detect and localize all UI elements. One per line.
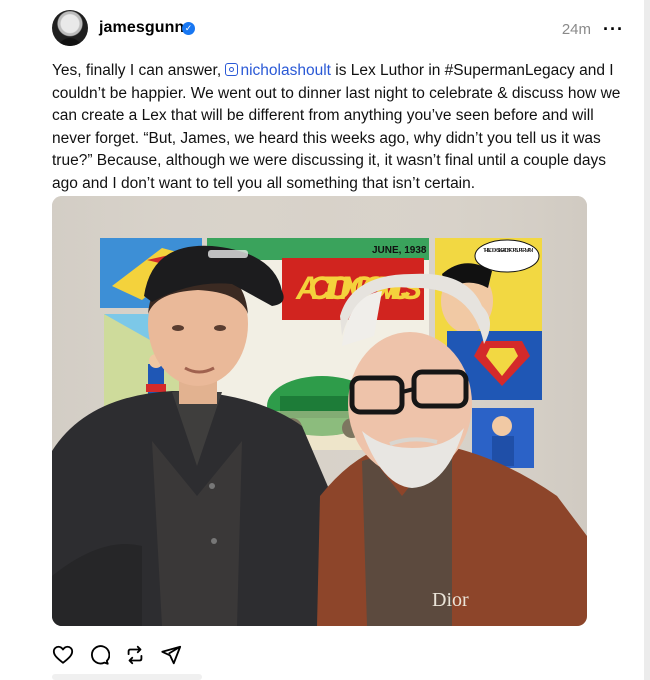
footer-stats-placeholder	[52, 674, 202, 680]
scrollbar-track[interactable]	[644, 0, 650, 680]
heart-icon[interactable]	[52, 644, 74, 666]
post-header: jamesgunn ✓ 24m ···	[52, 10, 624, 48]
verified-badge-icon: ✓	[182, 22, 195, 35]
username[interactable]: jamesgunn	[99, 19, 184, 37]
more-horizontal-icon[interactable]: ···	[603, 19, 624, 40]
comic-date: JUNE, 1938	[372, 245, 427, 256]
post-caption: Yes, finally I can answer, nicholashoult…	[52, 60, 630, 196]
post-photo[interactable]: JUNE, 1938 ACTION COMICS THIS LOOKS LIKE…	[52, 196, 587, 626]
instagram-icon	[225, 63, 239, 76]
caption-text-end: is Lex Luthor in #SupermanLegacy and I c…	[52, 62, 621, 192]
mention-link[interactable]: nicholashoult	[225, 62, 331, 79]
timestamp[interactable]: 24m	[562, 21, 591, 38]
share-icon[interactable]	[160, 644, 182, 666]
mention-text: nicholashoult	[240, 62, 331, 79]
photo-illustration: JUNE, 1938 ACTION COMICS THIS LOOKS LIKE…	[52, 196, 587, 626]
comment-icon[interactable]	[88, 644, 110, 666]
caption-text-start: Yes, finally I can answer,	[52, 62, 226, 79]
comic-bubble: THIS LOOKS LIKE A JOB FOR SUPERMAN!	[483, 248, 533, 254]
shirt-logo-text: Dior	[432, 589, 469, 611]
repost-icon[interactable]	[124, 644, 146, 666]
avatar[interactable]	[52, 10, 88, 46]
